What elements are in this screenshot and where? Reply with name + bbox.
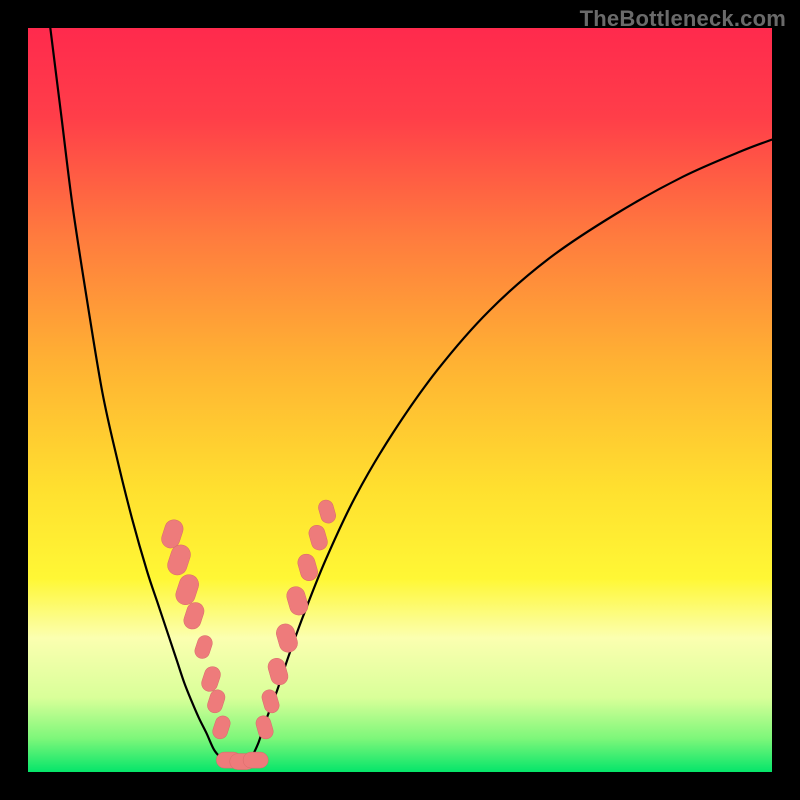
watermark-text: TheBottleneck.com: [580, 6, 786, 32]
bottom-marker-3: [243, 752, 268, 768]
chart-frame: TheBottleneck.com: [0, 0, 800, 800]
chart-svg: [28, 28, 772, 772]
plot-area: [28, 28, 772, 772]
gradient-background: [28, 28, 772, 772]
